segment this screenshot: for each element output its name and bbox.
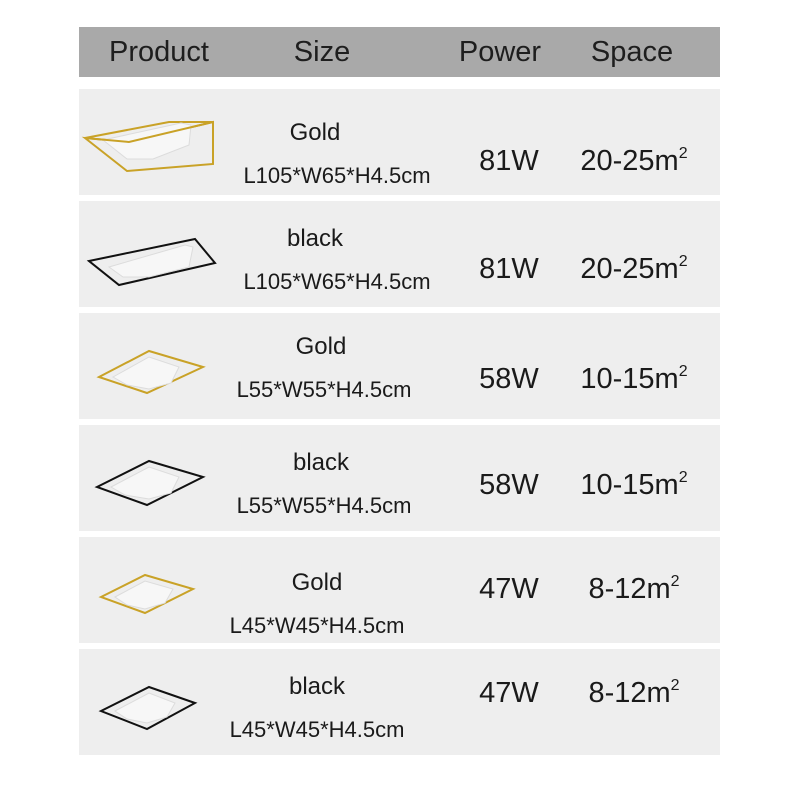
- product-space: 10-15m2: [580, 469, 688, 501]
- product-space: 8-12m2: [588, 573, 680, 605]
- product-power: 81W: [479, 145, 539, 177]
- header-space: Space: [590, 36, 674, 68]
- product-color: Gold: [295, 333, 347, 360]
- table-row: black L105*W65*H4.5cm 81W 20-25m2: [79, 201, 720, 307]
- product-color: Gold: [289, 119, 341, 146]
- product-color: Gold: [291, 569, 343, 596]
- product-size: L105*W65*H4.5cm: [243, 163, 431, 188]
- table-header: Product Size Power Space: [79, 27, 720, 77]
- product-power: 47W: [479, 573, 539, 605]
- product-space: 20-25m2: [580, 145, 688, 177]
- table-row: Gold L105*W65*H4.5cm 81W 20-25m2: [79, 89, 720, 195]
- product-size: L45*W45*H4.5cm: [229, 717, 405, 742]
- product-power: 81W: [479, 253, 539, 285]
- header-power: Power: [458, 36, 542, 68]
- product-power: 58W: [479, 363, 539, 395]
- product-size: L55*W55*H4.5cm: [236, 493, 412, 518]
- header-size: Size: [293, 36, 351, 68]
- product-color: black: [288, 673, 346, 700]
- product-power: 47W: [479, 677, 539, 709]
- product-space: 20-25m2: [580, 253, 688, 285]
- product-size: L105*W65*H4.5cm: [243, 269, 431, 294]
- product-color: black: [286, 225, 344, 252]
- table-row: black L55*W55*H4.5cm 58W 10-15m2: [79, 425, 720, 531]
- table-row: black L45*W45*H4.5cm 47W 8-12m2: [79, 649, 720, 755]
- ceiling-light-square-gold-icon: [79, 313, 229, 419]
- product-space: 10-15m2: [580, 363, 688, 395]
- table-row: Gold L45*W45*H4.5cm 47W 8-12m2: [79, 537, 720, 643]
- table-row: Gold L55*W55*H4.5cm 58W 10-15m2: [79, 313, 720, 419]
- product-space: 8-12m2: [588, 677, 680, 709]
- product-size: L45*W45*H4.5cm: [229, 613, 405, 638]
- header-product: Product: [109, 36, 209, 68]
- product-color: black: [292, 449, 350, 476]
- product-size: L55*W55*H4.5cm: [236, 377, 412, 402]
- product-power: 58W: [479, 469, 539, 501]
